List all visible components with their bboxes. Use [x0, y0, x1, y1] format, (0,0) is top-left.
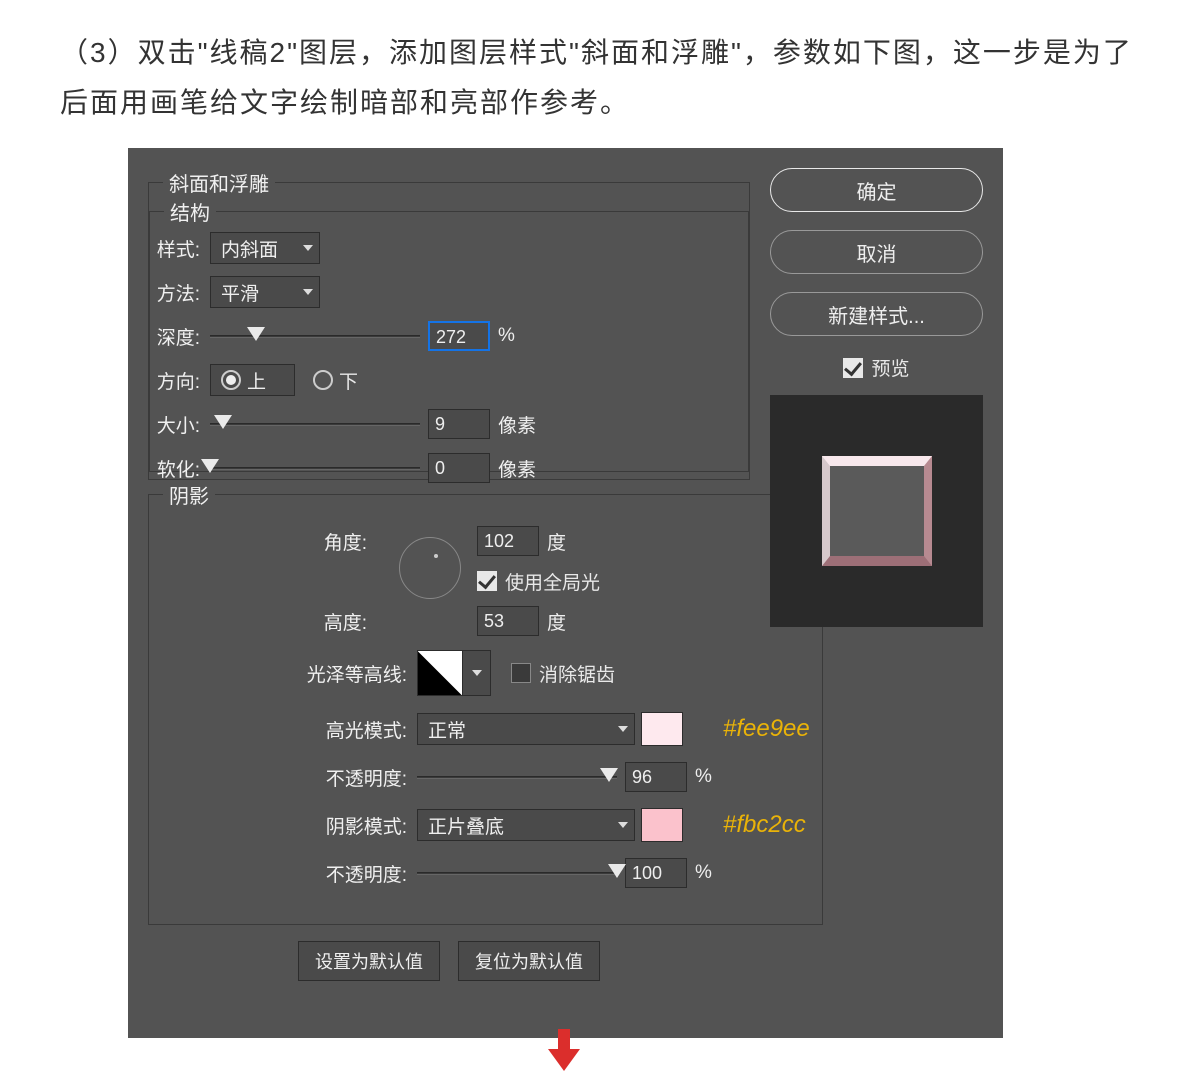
gloss-contour-swatch[interactable] [417, 650, 463, 696]
highlight-opacity-label: 不透明度: [149, 764, 417, 791]
altitude-input[interactable]: 53 [477, 606, 539, 636]
size-slider[interactable] [210, 414, 420, 434]
angle-wheel[interactable] [399, 537, 461, 599]
shadow-hex-annotation: #fbc2cc [723, 811, 806, 839]
highlight-color-swatch[interactable] [641, 712, 683, 746]
soften-unit: 像素 [498, 455, 536, 482]
structure-panel: 结构 样式: 内斜面 方法: 平滑 深度: [149, 197, 749, 472]
preview-label: 预览 [871, 354, 909, 381]
shadow-opacity-input[interactable]: 100 [625, 858, 687, 888]
gloss-contour-select[interactable] [463, 650, 491, 696]
size-input[interactable]: 9 [428, 409, 490, 439]
shadow-opacity-label: 不透明度: [149, 860, 417, 887]
direction-down-radio[interactable]: 下 [313, 367, 358, 394]
instruction-text: （3）双击"线稿2"图层，添加图层样式"斜面和浮雕"，参数如下图，这一步是为了后… [60, 28, 1140, 129]
depth-label: 深度: [150, 323, 210, 350]
style-select[interactable]: 内斜面 [210, 232, 320, 264]
global-light-label: 使用全局光 [505, 568, 600, 595]
angle-label: 角度: [149, 528, 377, 555]
highlight-mode-label: 高光模式: [149, 716, 417, 743]
bevel-title: 斜面和浮雕 [163, 168, 275, 197]
shadow-mode-value: 正片叠底 [428, 812, 504, 839]
layer-style-dialog: 斜面和浮雕 结构 样式: 内斜面 方法: 平滑 [128, 148, 1003, 1038]
chevron-down-icon [303, 245, 313, 251]
size-label: 大小: [150, 411, 210, 438]
soften-slider[interactable] [210, 458, 420, 478]
depth-input[interactable]: 272 [428, 321, 490, 351]
preview-checkbox[interactable]: 预览 [843, 354, 909, 381]
cancel-button[interactable]: 取消 [770, 230, 983, 274]
preview-thumbnail [770, 395, 983, 627]
depth-slider[interactable] [210, 326, 420, 346]
angle-input[interactable]: 102 [477, 526, 539, 556]
altitude-label: 高度: [149, 608, 377, 635]
reset-default-button[interactable]: 复位为默认值 [458, 941, 600, 981]
ok-button[interactable]: 确定 [770, 168, 983, 212]
checkbox-icon [511, 663, 531, 683]
highlight-mode-value: 正常 [428, 716, 466, 743]
bevel-preview-icon [822, 456, 932, 566]
shadow-mode-select[interactable]: 正片叠底 [417, 809, 635, 841]
checkbox-icon [843, 358, 863, 378]
shading-panel: 阴影 角度: 102 度 使用全局光 [148, 480, 823, 925]
structure-legend: 结构 [164, 197, 216, 226]
direction-label: 方向: [150, 367, 210, 394]
technique-select[interactable]: 平滑 [210, 276, 320, 308]
highlight-opacity-input[interactable]: 96 [625, 762, 687, 792]
antialias-label: 消除锯齿 [539, 660, 615, 687]
depth-unit: % [498, 325, 515, 347]
technique-label: 方法: [150, 279, 210, 306]
down-arrow-icon [548, 1049, 580, 1071]
make-default-button[interactable]: 设置为默认值 [298, 941, 440, 981]
chevron-down-icon [303, 289, 313, 295]
antialias-checkbox[interactable]: 消除锯齿 [511, 660, 615, 687]
style-label: 样式: [150, 235, 210, 262]
contour-label: 光泽等高线: [149, 660, 417, 687]
global-light-checkbox[interactable]: 使用全局光 [477, 568, 600, 595]
shadow-color-swatch[interactable] [641, 808, 683, 842]
shadow-mode-label: 阴影模式: [149, 812, 417, 839]
technique-value: 平滑 [221, 279, 259, 306]
direction-up-radio[interactable]: 上 [210, 364, 295, 396]
chevron-down-icon [618, 726, 628, 732]
highlight-mode-select[interactable]: 正常 [417, 713, 635, 745]
highlight-opacity-slider[interactable] [417, 767, 617, 787]
size-unit: 像素 [498, 411, 536, 438]
highlight-opacity-unit: % [695, 766, 712, 788]
style-value: 内斜面 [221, 235, 278, 262]
shading-legend: 阴影 [163, 480, 215, 509]
chevron-down-icon [618, 822, 628, 828]
altitude-unit: 度 [547, 608, 566, 635]
shadow-opacity-slider[interactable] [417, 863, 617, 883]
new-style-button[interactable]: 新建样式... [770, 292, 983, 336]
highlight-hex-annotation: #fee9ee [723, 715, 810, 743]
bevel-emboss-panel: 斜面和浮雕 结构 样式: 内斜面 方法: 平滑 [148, 168, 750, 480]
soften-input[interactable]: 0 [428, 453, 490, 483]
shadow-opacity-unit: % [695, 862, 712, 884]
angle-unit: 度 [547, 528, 566, 555]
checkbox-icon [477, 571, 497, 591]
